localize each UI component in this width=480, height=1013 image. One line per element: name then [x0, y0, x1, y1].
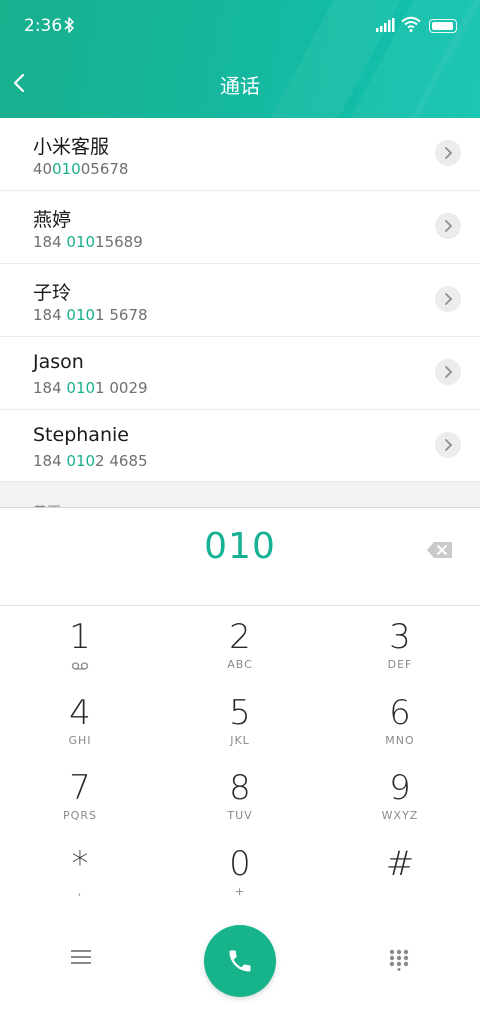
contact-number: 4001005678	[33, 160, 129, 178]
yellow-pages-section[interactable]: 黄页	[0, 481, 480, 508]
contact-row[interactable]: 小米客服 4001005678	[0, 118, 480, 191]
dial-key-1[interactable]: 1	[0, 618, 160, 690]
contact-name: Stephanie	[33, 424, 129, 446]
contact-row[interactable]: 子玲 184 0101 5678	[0, 264, 480, 337]
chevron-right-icon[interactable]	[435, 359, 461, 385]
signal-icon	[376, 18, 395, 32]
contact-number: 184 0101 5678	[33, 306, 148, 324]
dial-key-star[interactable]: *,	[0, 845, 160, 917]
dial-key-8[interactable]: 8 TUV	[160, 769, 320, 841]
dial-key-4[interactable]: 4 GHI	[0, 694, 160, 766]
contact-row[interactable]: Jason 184 0101 0029	[0, 337, 480, 410]
divider	[0, 507, 480, 508]
dial-key-6[interactable]: 6 MNO	[320, 694, 480, 766]
dial-key-9[interactable]: 9 WXYZ	[320, 769, 480, 841]
voicemail-icon	[71, 662, 89, 670]
contact-results-list: 小米客服 4001005678 燕婷 184 01015689 子玲 184 0…	[0, 118, 480, 482]
dial-key-7[interactable]: 7 PQRS	[0, 769, 160, 841]
dial-key-3[interactable]: 3 DEF	[320, 618, 480, 690]
call-button[interactable]	[204, 925, 276, 997]
contact-row[interactable]: 燕婷 184 01015689	[0, 191, 480, 264]
contact-number: 184 0102 4685	[33, 452, 148, 470]
phone-icon	[229, 950, 251, 972]
bluetooth-icon	[64, 17, 74, 33]
contact-number: 184 01015689	[33, 233, 143, 251]
contact-row[interactable]: Stephanie 184 0102 4685	[0, 410, 480, 482]
page-title: 通话	[220, 74, 260, 98]
dial-key-2[interactable]: 2 ABC	[160, 618, 320, 690]
battery-icon	[429, 19, 457, 33]
chevron-right-icon[interactable]	[435, 213, 461, 239]
backspace-icon[interactable]	[426, 540, 454, 560]
chevron-right-icon[interactable]	[435, 286, 461, 312]
dial-key-0[interactable]: 0 +	[160, 845, 320, 917]
dial-key-hash[interactable]: #	[320, 845, 480, 917]
contact-number: 184 0101 0029	[33, 379, 148, 397]
chevron-right-icon[interactable]	[435, 432, 461, 458]
app-header: 2:36 通话	[0, 0, 480, 118]
contact-name: 燕婷	[33, 209, 72, 231]
chevron-right-icon[interactable]	[435, 140, 461, 166]
dialpad-icon[interactable]	[389, 949, 409, 971]
dialed-number: 010	[204, 526, 276, 567]
status-bar: 2:36	[0, 0, 480, 52]
contact-name: Jason	[33, 351, 84, 373]
contact-name: 子玲	[33, 282, 72, 304]
contact-name: 小米客服	[33, 136, 110, 158]
dial-key-5[interactable]: 5 JKL	[160, 694, 320, 766]
menu-icon[interactable]	[70, 948, 92, 966]
wifi-icon	[401, 16, 421, 32]
divider	[0, 605, 480, 606]
status-time: 2:36	[24, 16, 63, 36]
